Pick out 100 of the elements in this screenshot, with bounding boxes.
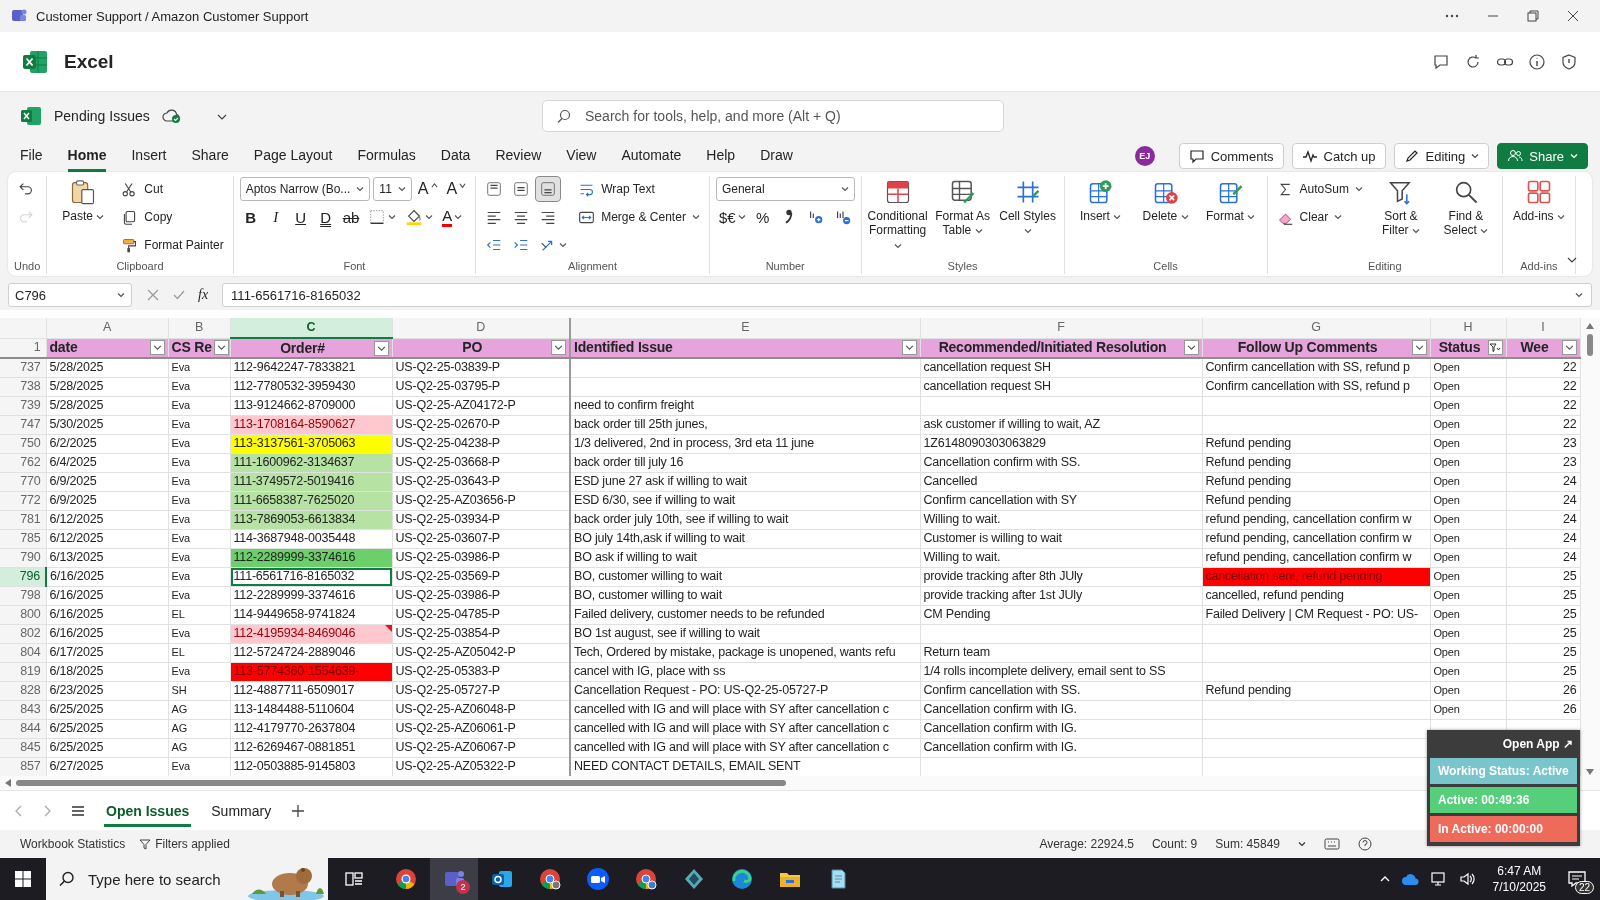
column-header[interactable]: G <box>1202 318 1430 338</box>
scroll-up-icon[interactable] <box>1585 322 1596 330</box>
ribbon-button[interactable]: Clear <box>1273 205 1346 229</box>
column-header[interactable]: E <box>570 318 920 338</box>
menu-tab[interactable]: Page Layout <box>253 140 333 172</box>
scroll-thumb[interactable] <box>1587 334 1594 356</box>
filter-button[interactable] <box>551 340 566 356</box>
formula-field[interactable]: 111-6561716-8165032 <box>222 283 1592 307</box>
row-header[interactable]: 1 <box>0 338 46 358</box>
menu-tab[interactable]: Formulas <box>357 140 416 172</box>
ribbon-button[interactable]: Merge & Center <box>575 205 703 229</box>
info-icon[interactable] <box>1528 52 1546 71</box>
scroll-left-icon[interactable] <box>4 778 12 788</box>
column-header[interactable]: A <box>46 318 168 338</box>
filter-button[interactable] <box>149 340 165 356</box>
ribbon-button[interactable]: Add-ins <box>1508 176 1569 224</box>
menu-tab[interactable]: Insert <box>131 140 167 172</box>
task-view-icon[interactable] <box>344 869 364 889</box>
status-text[interactable]: Workbook Statistics <box>20 837 126 851</box>
font-color-button[interactable]: A <box>439 205 466 229</box>
clock-time[interactable]: 6:47 AM <box>1497 863 1542 879</box>
filter-button[interactable] <box>1411 340 1427 356</box>
search-field[interactable]: Search for tools, help, and more (Alt + Q) <box>542 100 1004 132</box>
ribbon-button[interactable]: Cut <box>118 177 166 201</box>
toolbar-button[interactable]: $€ <box>715 205 749 229</box>
sheet-tab[interactable]: Open Issues <box>104 794 192 827</box>
ribbon-button[interactable]: Format <box>1200 176 1261 224</box>
chat-bubble-icon[interactable] <box>1432 52 1450 71</box>
cancel-icon[interactable] <box>146 288 160 302</box>
close-icon[interactable] <box>1566 9 1580 23</box>
column-header[interactable]: I <box>1506 318 1580 338</box>
header-button[interactable]: Editing <box>1393 143 1490 169</box>
ribbon-button[interactable]: Paste <box>53 176 114 224</box>
column-header[interactable]: D <box>392 318 570 338</box>
bold-button[interactable]: B <box>239 205 262 229</box>
header-button[interactable]: Catch up <box>1291 143 1386 169</box>
clock-date[interactable]: 7/10/2025 <box>1492 879 1546 895</box>
ribbon-button[interactable]: Insert <box>1070 176 1131 224</box>
grow-font-button[interactable]: A <box>414 177 441 201</box>
menu-tab[interactable]: View <box>566 140 597 172</box>
column-header[interactable]: C <box>230 318 392 338</box>
table-cell: Eva <box>168 434 230 453</box>
toolbar-button[interactable]: % <box>751 205 774 229</box>
open-app-link[interactable]: Open App ↗ <box>1430 734 1577 755</box>
filter-button[interactable] <box>1561 340 1577 356</box>
check-icon[interactable] <box>172 288 186 302</box>
ribbon-button[interactable]: Find & Select <box>1435 176 1496 238</box>
menu-tab[interactable]: Automate <box>621 140 682 172</box>
filter-button[interactable] <box>1487 340 1503 356</box>
ribbon-button[interactable]: Delete <box>1135 176 1196 224</box>
menu-tab[interactable]: Review <box>495 140 542 172</box>
menu-tab[interactable]: Data <box>440 140 471 172</box>
ribbon-button[interactable]: Format As Table <box>932 176 993 238</box>
refresh-icon[interactable] <box>1464 52 1482 71</box>
ribbon-button[interactable]: Copy <box>118 205 176 229</box>
menu-icon[interactable] <box>70 803 86 818</box>
scroll-thumb[interactable] <box>16 780 786 786</box>
filter-button[interactable] <box>213 340 229 356</box>
name-box[interactable]: C796 <box>8 283 132 307</box>
shield-icon[interactable] <box>1560 52 1578 71</box>
filter-button[interactable] <box>1183 340 1199 356</box>
sheet-tab[interactable]: Summary <box>209 794 274 827</box>
taskbar-search-field[interactable]: Type here to search <box>46 858 246 900</box>
menu-tab[interactable]: Help <box>706 140 736 172</box>
taskbar-app[interactable]: 2 <box>430 858 478 900</box>
dropdown-field[interactable]: 11 <box>373 177 412 201</box>
menu-tab[interactable]: Draw <box>760 140 793 172</box>
dropdown-field[interactable]: Aptos Narrow (Bo... <box>239 177 371 201</box>
double-underline-button[interactable]: D <box>314 205 337 229</box>
cloud-icon[interactable] <box>1400 872 1421 886</box>
ribbon-button[interactable]: Cell Styles <box>997 176 1058 238</box>
dropdown-field[interactable]: General <box>715 177 855 201</box>
speaker-icon[interactable] <box>1458 871 1477 887</box>
column-header[interactable]: F <box>920 318 1202 338</box>
help-icon[interactable] <box>1358 837 1372 851</box>
ribbon-button[interactable]: Sort & Filter <box>1370 176 1431 238</box>
italic-button[interactable]: I <box>264 205 287 229</box>
table-cell: US-Q2-25-03668-P <box>392 453 570 472</box>
menu-tab[interactable]: Share <box>191 140 229 172</box>
shrink-font-button[interactable]: A <box>443 177 470 201</box>
ribbon-button[interactable]: AutoSum <box>1273 177 1366 201</box>
header-button[interactable]: Comments <box>1178 143 1284 169</box>
ribbon-button[interactable]: Wrap Text <box>575 177 658 201</box>
ribbon-button[interactable]: Format Painter <box>118 233 227 257</box>
start-icon[interactable] <box>14 870 32 888</box>
strikethrough-button[interactable]: ab <box>339 205 363 229</box>
document-name[interactable]: Pending Issues <box>54 108 150 124</box>
user-avatar[interactable]: EJ <box>1134 146 1155 166</box>
add-sheet-icon[interactable] <box>291 803 306 818</box>
filter-button[interactable] <box>373 340 389 356</box>
column-header[interactable]: H <box>1430 318 1506 338</box>
filter-button[interactable] <box>901 340 917 356</box>
ribbon-button[interactable]: Conditional Formatting <box>867 176 928 253</box>
menu-tab[interactable]: File <box>20 140 43 172</box>
header-button[interactable]: Share <box>1497 143 1588 169</box>
column-header[interactable]: B <box>168 318 230 338</box>
keyboard-icon[interactable] <box>1324 838 1340 850</box>
underline-button[interactable]: U <box>289 205 312 229</box>
insert-function-button[interactable]: fx <box>198 287 209 303</box>
maximize-icon[interactable] <box>1526 9 1540 23</box>
